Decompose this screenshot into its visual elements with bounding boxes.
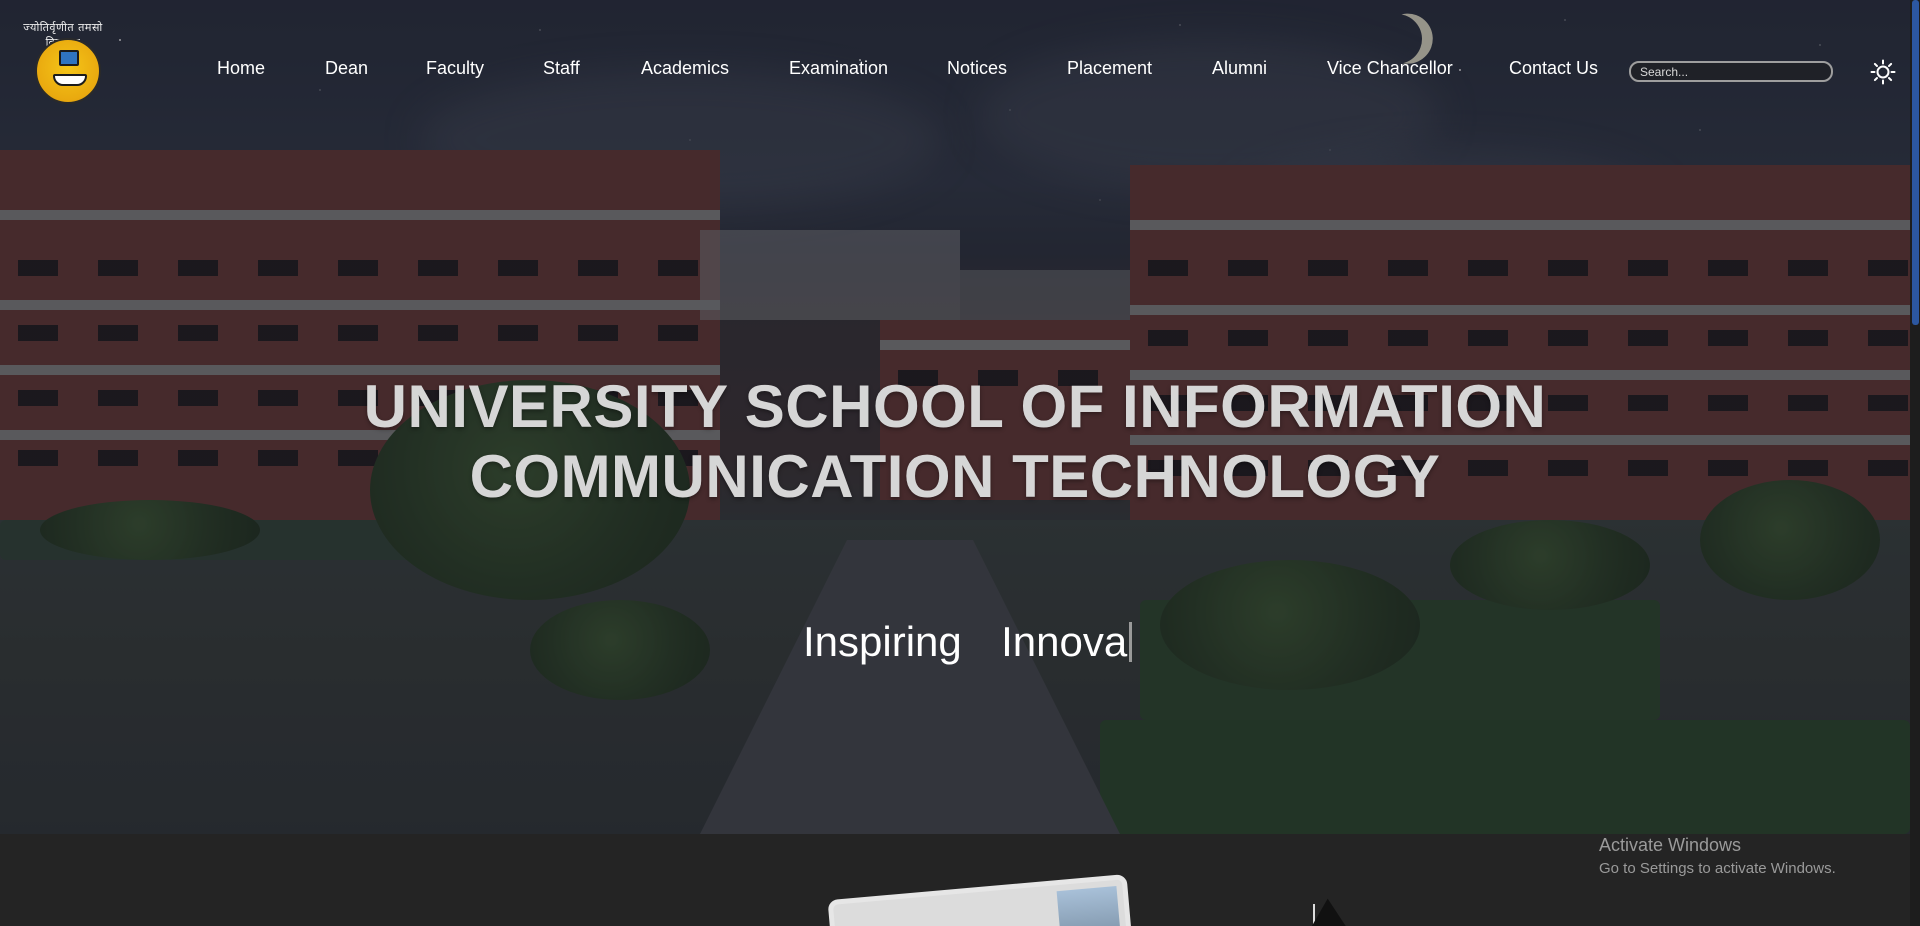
nav-vice-chancellor[interactable]: Vice Chancellor — [1327, 58, 1453, 79]
hero-title-line2: COMMUNICATION TECHNOLOGY — [469, 443, 1441, 510]
laptop-screen — [1056, 885, 1121, 926]
typing-caret — [1129, 622, 1133, 662]
scrollbar-thumb[interactable] — [1912, 0, 1919, 325]
nav-contact-us[interactable]: Contact Us — [1509, 58, 1598, 79]
hero-tagline: Inspiring Innova — [803, 618, 1133, 666]
nav-faculty[interactable]: Faculty — [426, 58, 484, 79]
main-navigation: Home Dean Faculty Staff Academics Examin… — [0, 0, 1910, 140]
tagline-text: Inspiring Innova — [803, 618, 1128, 665]
watermark-subtitle: Go to Settings to activate Windows. — [1599, 860, 1836, 877]
nav-home[interactable]: Home — [217, 58, 265, 79]
nav-examination[interactable]: Examination — [789, 58, 888, 79]
watermark-title: Activate Windows — [1599, 835, 1742, 855]
hero-title-line1: UNIVERSITY SCHOOL OF INFORMATION — [363, 373, 1547, 440]
nav-placement[interactable]: Placement — [1067, 58, 1152, 79]
page: ज्योतिर्वृणीत तमसो विजानम् Home Dean Fac… — [0, 0, 1920, 926]
windows-activation-watermark: Activate Windows Go to Settings to activ… — [1599, 835, 1836, 877]
page-scrollbar[interactable] — [1910, 0, 1920, 926]
nav-academics[interactable]: Academics — [641, 58, 729, 79]
sun-icon[interactable] — [1870, 59, 1896, 85]
nav-dean[interactable]: Dean — [325, 58, 368, 79]
nav-notices[interactable]: Notices — [947, 58, 1007, 79]
hero-title: UNIVERSITY SCHOOL OF INFORMATION COMMUNI… — [0, 372, 1910, 512]
search-input[interactable] — [1629, 61, 1833, 82]
nav-staff[interactable]: Staff — [543, 58, 580, 79]
nav-alumni[interactable]: Alumni — [1212, 58, 1267, 79]
